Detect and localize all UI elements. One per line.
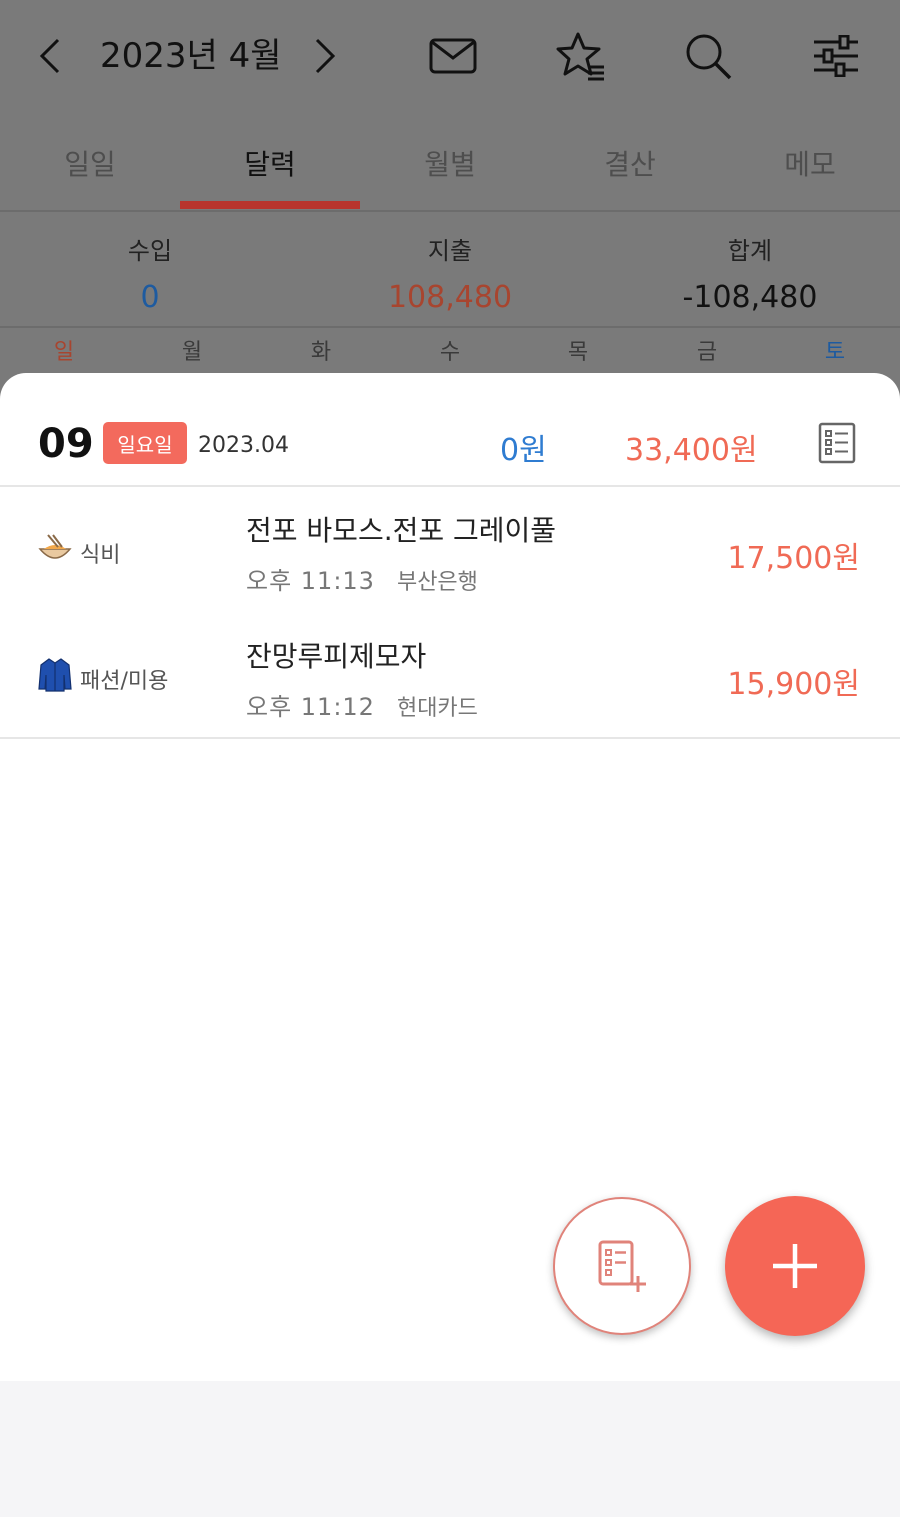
weekday-mon: 월 [181,340,203,365]
sliders-icon[interactable] [808,28,864,84]
day-number: 09 [38,421,94,467]
category-label: 패션/미용 [80,669,169,694]
weekday-fri: 금 [696,340,718,365]
chevron-left-icon[interactable] [30,30,70,82]
list-detail-icon[interactable] [818,422,856,464]
income-label: 수입 [127,237,173,265]
day-income: 0원 [500,433,547,468]
tab-monthly[interactable]: 월별 [360,115,540,210]
transaction-account: 부산은행 [396,570,478,595]
total-value: -108,480 [682,280,818,315]
transaction-row[interactable]: 식비 전포 바모스.전포 그레이풀 오후 11:13 부산은행 17,500원 [0,489,900,613]
transaction-amount: 17,500원 [727,541,860,576]
total-summary: 합계 -108,480 [600,213,900,328]
transaction-time: 오후 11:12 [246,693,375,721]
add-transaction-button[interactable] [725,1196,865,1336]
month-summary: 수입 0 지출 108,480 합계 -108,480 [0,213,900,328]
transaction-title: 잔망루피제모자 [246,640,427,673]
chevron-right-icon[interactable] [305,30,345,82]
expense-label: 지출 [427,237,473,265]
dimmed-background[interactable]: 2023년 4월 일일 달력 월별 결산 메모 수입 0 지출 108,480 … [0,0,900,420]
income-summary: 수입 0 [0,213,300,328]
expense-summary: 지출 108,480 [300,213,600,328]
mail-icon[interactable] [425,28,481,84]
transaction-row[interactable]: 패션/미용 잔망루피제모자 오후 11:12 현대카드 15,900원 [0,615,900,739]
add-list-button[interactable] [553,1197,691,1335]
income-value: 0 [140,280,160,315]
tab-bar: 일일 달력 월별 결산 메모 [0,115,900,212]
tab-settlement[interactable]: 결산 [540,115,720,210]
weekday-tue: 화 [310,340,332,365]
plus-icon [773,1244,817,1288]
transaction-time: 오후 11:13 [246,567,375,595]
month-title[interactable]: 2023년 4월 [100,30,282,82]
total-label: 합계 [727,237,773,265]
transaction-account: 현대카드 [396,696,478,721]
day-header: 09 일요일 2023.04 0원 33,400원 [0,373,900,487]
tab-daily[interactable]: 일일 [0,115,180,210]
transaction-meta: 오후 11:12 현대카드 [246,687,478,722]
transaction-amount: 15,900원 [727,667,860,702]
expense-value: 108,480 [387,280,513,315]
day-expense: 33,400원 [625,433,758,468]
transaction-meta: 오후 11:13 부산은행 [246,561,478,596]
active-tab-indicator [180,201,360,209]
year-month: 2023.04 [198,433,289,458]
noodle-bowl-icon [38,533,72,567]
weekday-wed: 수 [439,340,461,365]
tab-calendar[interactable]: 달력 [180,115,360,210]
weekday-header: 일 월 화 수 목 금 토 [0,330,900,374]
tab-memo[interactable]: 메모 [720,115,900,210]
jacket-icon [38,657,72,692]
category-label: 식비 [80,543,121,568]
weekday-sat: 토 [824,340,846,365]
weekday-sun: 일 [53,340,75,365]
star-list-icon[interactable] [553,28,609,84]
weekday-thu: 목 [567,340,589,365]
top-bar: 2023년 4월 [0,0,900,115]
weekday-badge: 일요일 [103,422,187,464]
search-icon[interactable] [680,28,736,84]
transaction-title: 전포 바모스.전포 그레이풀 [246,514,557,547]
add-list-icon [598,1240,646,1292]
